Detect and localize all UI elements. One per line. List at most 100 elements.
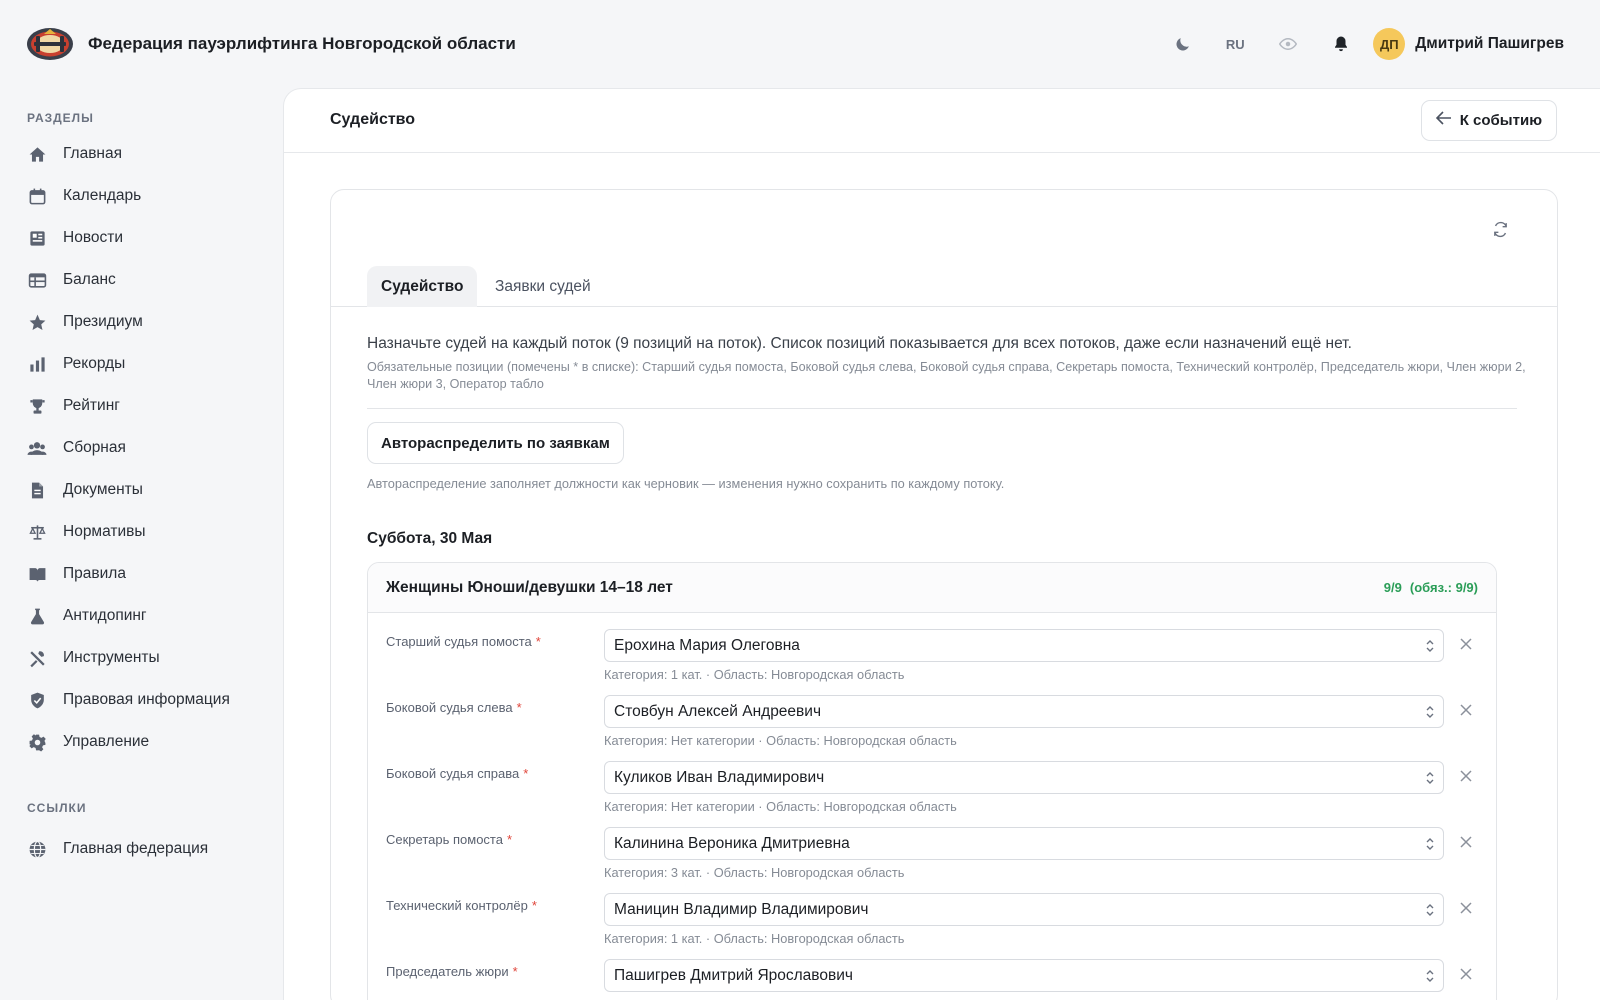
clear-judge-button[interactable] (1458, 702, 1474, 718)
required-positions-text: Обязательные позиции (помечены * в списк… (367, 360, 1526, 391)
sidebar-item-antidoping[interactable]: Антидопинг (0, 595, 280, 637)
judge-select[interactable]: Пашигрев Дмитрий Ярославович (604, 959, 1444, 992)
sidebar-item-label: Рейтинг (63, 397, 120, 414)
flow-count: 9/9 (обяз.: 9/9) (1384, 580, 1478, 595)
page-title: Судейство (330, 111, 416, 128)
bar-chart-icon (27, 354, 47, 374)
sidebar-item-presidium[interactable]: Президиум (0, 301, 280, 343)
chevron-updown-icon (1426, 640, 1434, 652)
document-icon (27, 480, 47, 500)
judge-select[interactable]: Стовбун Алексей Андреевич (604, 695, 1444, 728)
sections-label: РАЗДЕЛЫ (27, 111, 94, 125)
sidebar-item-label: Главная (63, 145, 122, 162)
sidebar-item-label: Управление (63, 733, 150, 750)
judging-card: Судейство Заявки судей Назначьте судей н… (330, 189, 1558, 1000)
sidebar-link-main-federation[interactable]: Главная федерация (0, 828, 280, 870)
sidebar-item-management[interactable]: Управление (0, 721, 280, 763)
required-count: (обяз.: 9/9) (1409, 580, 1478, 595)
judge-select[interactable]: Маницин Владимир Владимирович (604, 893, 1444, 926)
scales-icon (27, 522, 47, 542)
brand[interactable]: Федерация пауэрлифтинга Новгородской обл… (26, 26, 516, 62)
sidebar-item-calendar[interactable]: Календарь (0, 175, 280, 217)
newspaper-icon (27, 228, 47, 248)
links-label: ССЫЛКИ (27, 801, 87, 815)
refresh-button[interactable] (1489, 218, 1511, 240)
clear-judge-button[interactable] (1458, 636, 1474, 652)
tab-judge-applications[interactable]: Заявки судей (481, 266, 605, 307)
clear-judge-button[interactable] (1458, 900, 1474, 916)
sidebar-item-label: Нормативы (63, 523, 146, 540)
sidebar-item-rules[interactable]: Правила (0, 553, 280, 595)
eye-icon (1279, 37, 1298, 51)
sidebar-item-balance[interactable]: Баланс (0, 259, 280, 301)
users-icon (27, 438, 47, 458)
user-name: Дмитрий Пашигрев (1415, 35, 1564, 52)
flow-panel: Женщины Юноши/девушки 14–18 лет 9/9 (обяз… (367, 562, 1497, 1000)
sidebar-item-team[interactable]: Сборная (0, 427, 280, 469)
sidebar-item-news[interactable]: Новости (0, 217, 280, 259)
sidebar-item-label: Президиум (63, 313, 143, 330)
language-switch[interactable]: RU (1217, 26, 1253, 62)
intro-text: Назначьте судей на каждый поток (9 позиц… (367, 335, 1352, 352)
tab-judging[interactable]: Судейство (367, 266, 478, 307)
moon-icon (1176, 37, 1189, 51)
close-icon (1460, 704, 1472, 716)
position-label: Председатель жюри * (386, 964, 518, 979)
judge-meta: Категория: 3 кат. · Область: Новгородска… (604, 865, 905, 880)
trophy-icon (27, 396, 47, 416)
intro: Назначьте судей на каждый поток (9 позиц… (367, 334, 1527, 393)
table-icon (27, 270, 47, 290)
judge-meta: Категория: 1 кат. · Область: Новгородска… (604, 667, 905, 682)
position-label: Секретарь помоста * (386, 832, 513, 847)
sidebar-item-home[interactable]: Главная (0, 133, 280, 175)
sidebar-item-standards[interactable]: Нормативы (0, 511, 280, 553)
sidebar-item-tools[interactable]: Инструменты (0, 637, 280, 679)
judge-select[interactable]: Куликов Иван Владимирович (604, 761, 1444, 794)
home-icon (27, 144, 47, 164)
user-menu[interactable]: ДП Дмитрий Пашигрев (1373, 28, 1564, 60)
tabs: Судейство Заявки судей (331, 266, 1557, 307)
close-icon (1460, 770, 1472, 782)
clear-judge-button[interactable] (1458, 768, 1474, 784)
chevron-updown-icon (1426, 970, 1434, 982)
sidebar-item-label: Правовая информация (63, 691, 230, 708)
sidebar-item-rating[interactable]: Рейтинг (0, 385, 280, 427)
sidebar: РАЗДЕЛЫ Главная Календарь Новости Баланс… (0, 88, 280, 1000)
dark-mode-toggle[interactable] (1164, 26, 1200, 62)
close-icon (1460, 968, 1472, 980)
judge-select[interactable]: Калинина Вероника Дмитриевна (604, 827, 1444, 860)
tools-icon (27, 648, 47, 668)
notifications-button[interactable] (1323, 26, 1359, 62)
back-to-event-button[interactable]: К событию (1420, 100, 1557, 141)
star-icon (27, 312, 47, 332)
sidebar-item-label: Баланс (63, 271, 116, 288)
chevron-updown-icon (1426, 904, 1434, 916)
close-icon (1460, 902, 1472, 914)
sidebar-item-legal[interactable]: Правовая информация (0, 679, 280, 721)
main-content: Судейство К событию Судейство Заявки суд… (283, 88, 1600, 1000)
sidebar-item-label: Сборная (63, 439, 126, 456)
position-label: Боковой судья слева * (386, 700, 522, 715)
auto-distribute-button[interactable]: Автораспределить по заявкам (367, 422, 624, 464)
divider (367, 408, 1517, 409)
back-button-label: К событию (1459, 112, 1542, 129)
flask-icon (27, 606, 47, 626)
chevron-updown-icon (1426, 838, 1434, 850)
sidebar-item-label: Правила (63, 565, 126, 582)
clear-judge-button[interactable] (1458, 966, 1474, 982)
sidebar-item-documents[interactable]: Документы (0, 469, 280, 511)
chevron-updown-icon (1426, 772, 1434, 784)
clear-judge-button[interactable] (1458, 834, 1474, 850)
sidebar-item-records[interactable]: Рекорды (0, 343, 280, 385)
judge-meta: Категория: Нет категории · Область: Новг… (604, 799, 957, 814)
sidebar-item-label: Новости (63, 229, 124, 246)
position-label: Технический контролёр * (386, 898, 537, 913)
judge-meta: Категория: 1 кат. · Область: Новгородска… (604, 931, 905, 946)
position-row: Технический контролёр * Маницин Владимир … (368, 893, 1496, 959)
sidebar-item-label: Документы (63, 481, 143, 498)
sidebar-item-label: Календарь (63, 187, 142, 204)
position-row: Боковой судья слева * Стовбун Алексей Анд… (368, 695, 1496, 761)
judge-select[interactable]: Ерохина Мария Олеговна (604, 629, 1444, 662)
chevron-updown-icon (1426, 706, 1434, 718)
accessibility-toggle[interactable] (1270, 26, 1306, 62)
